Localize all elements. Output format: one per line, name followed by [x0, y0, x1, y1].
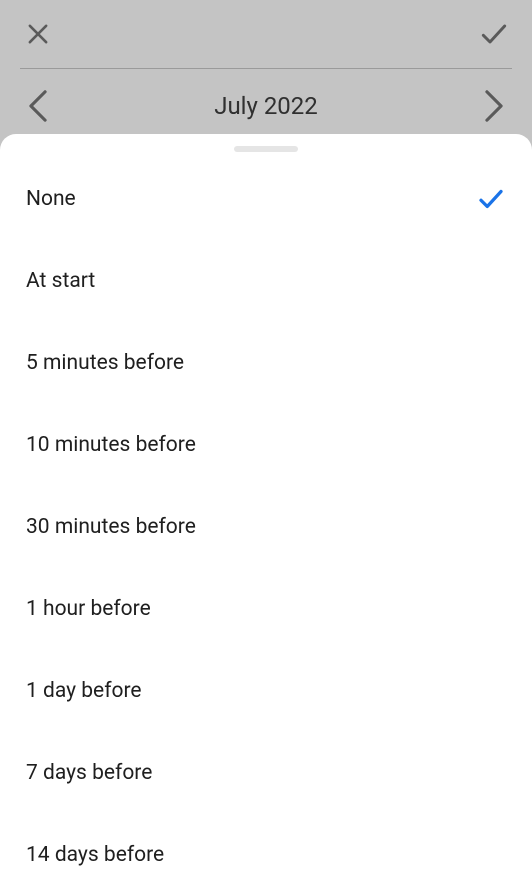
close-icon — [24, 20, 52, 48]
reminder-option[interactable]: None — [0, 158, 532, 240]
reminder-option-label: 10 minutes before — [26, 433, 196, 457]
bottom-sheet: None At start 5 minutes before 10 minutes b… — [0, 134, 532, 884]
chevron-right-icon — [484, 89, 504, 123]
reminder-option-label: 7 days before — [26, 761, 152, 785]
confirm-button[interactable] — [476, 16, 512, 52]
next-month-button[interactable] — [476, 88, 512, 124]
reminder-option-label: 5 minutes before — [26, 351, 184, 375]
month-title: July 2022 — [214, 92, 318, 120]
chevron-left-icon — [28, 89, 48, 123]
reminder-option[interactable]: 1 hour before — [0, 568, 532, 650]
header-divider — [20, 68, 512, 69]
reminder-option[interactable]: At start — [0, 240, 532, 322]
reminder-option[interactable]: 1 day before — [0, 650, 532, 732]
reminder-option-label: None — [26, 187, 76, 211]
reminder-option-label: 30 minutes before — [26, 515, 196, 539]
reminder-option-list: None At start 5 minutes before 10 minutes b… — [0, 158, 532, 884]
check-icon — [478, 18, 510, 50]
sheet-grabber[interactable] — [234, 146, 298, 152]
reminder-option-label: 1 hour before — [26, 597, 151, 621]
selected-check-icon — [476, 184, 506, 214]
reminder-option-label: 1 day before — [26, 679, 142, 703]
reminder-option[interactable]: 7 days before — [0, 732, 532, 814]
previous-month-button[interactable] — [20, 88, 56, 124]
reminder-option-label: At start — [26, 269, 95, 293]
reminder-option[interactable]: 10 minutes before — [0, 404, 532, 486]
reminder-option[interactable]: 14 days before — [0, 814, 532, 884]
reminder-option[interactable]: 30 minutes before — [0, 486, 532, 568]
close-button[interactable] — [20, 16, 56, 52]
top-bar — [0, 0, 532, 68]
reminder-option-label: 14 days before — [26, 843, 164, 867]
month-navigation: July 2022 — [0, 82, 532, 130]
reminder-option[interactable]: 5 minutes before — [0, 322, 532, 404]
